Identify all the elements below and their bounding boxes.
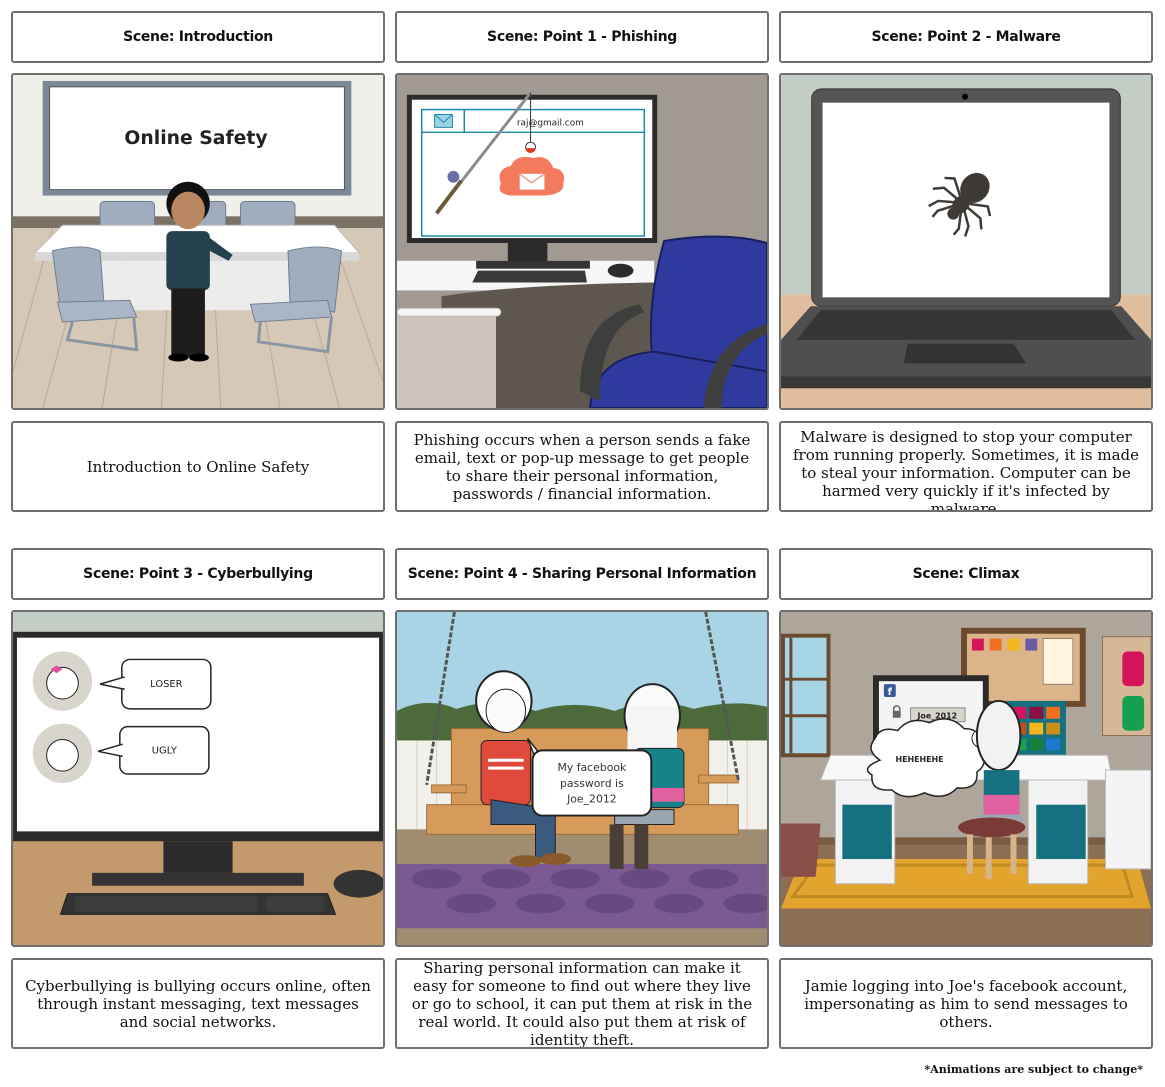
description-text: Jamie logging into Joe's facebook accoun…	[804, 976, 1128, 1031]
scene-image-phishing: raj@gmail.com	[395, 73, 769, 410]
stool	[958, 817, 1026, 838]
description-text: Sharing personal information can make it…	[411, 958, 753, 1049]
description-text: Malware is designed to stop your compute…	[792, 428, 1140, 512]
svg-text:LOSER: LOSER	[150, 679, 182, 690]
description-text: Phishing occurs when a person sends a fa…	[413, 430, 751, 503]
speech-bubble-password: My facebook password is Joe_2012	[526, 738, 653, 817]
scene-title-introduction: Scene: Introduction	[11, 11, 385, 63]
scene-title-cyberbullying: Scene: Point 3 - Cyberbullying	[11, 548, 385, 600]
scene-description-cyberbullying: Cyberbullying is bullying occurs online,…	[11, 958, 385, 1049]
svg-text:password is: password is	[560, 777, 624, 790]
cyberbullying-illustration: LOSER UGLY	[13, 612, 383, 945]
porch-swing-illustration: My facebook password is Joe_2012	[397, 612, 767, 945]
svg-text:f: f	[888, 687, 893, 698]
window	[781, 633, 831, 758]
phishing-illustration: raj@gmail.com	[397, 75, 767, 408]
scene-title-climax: Scene: Climax	[779, 548, 1153, 600]
scene-description-malware: Malware is designed to stop your compute…	[779, 421, 1153, 512]
webcam-icon	[962, 93, 968, 100]
scene-description-phishing: Phishing occurs when a person sends a fa…	[395, 421, 769, 512]
scene-image-cyberbullying: LOSER UGLY	[11, 610, 385, 947]
scene-title-phishing: Scene: Point 1 - Phishing	[395, 11, 769, 63]
svg-text:HEHEHEHE: HEHEHEHE	[895, 755, 943, 764]
scene-title-malware: Scene: Point 2 - Malware	[779, 11, 1153, 63]
scene-image-sharing-personal-information: My facebook password is Joe_2012	[395, 610, 769, 947]
scene-description-introduction: Introduction to Online Safety	[11, 421, 385, 512]
scene-description-sharing-personal-information: Sharing personal information can make it…	[395, 958, 769, 1049]
scene-image-malware	[779, 73, 1153, 410]
email-address: raj@gmail.com	[517, 118, 584, 128]
scene-image-introduction: Online Safety	[11, 73, 385, 410]
malware-illustration	[781, 75, 1151, 408]
svg-text:My facebook: My facebook	[557, 761, 627, 774]
footer-note: *Animations are subject to change*	[924, 1063, 1143, 1076]
svg-text:Joe_2012: Joe_2012	[566, 793, 617, 806]
description-text: Introduction to Online Safety	[86, 457, 310, 476]
scene-description-climax: Jamie logging into Joe's facebook accoun…	[779, 958, 1153, 1049]
lock-icon	[892, 710, 901, 718]
scene-image-climax: f Joe_2012 HEHEHEHE	[779, 610, 1153, 947]
whiteboard-text: Online Safety	[124, 128, 267, 149]
jar-shelf	[1102, 636, 1151, 737]
bedroom-illustration: f Joe_2012 HEHEHEHE	[781, 612, 1151, 945]
svg-text:UGLY: UGLY	[152, 745, 178, 756]
waste-basket	[781, 823, 821, 877]
classroom-illustration: Online Safety	[13, 75, 383, 408]
description-text: Cyberbullying is bullying occurs online,…	[25, 976, 371, 1031]
scene-title-sharing-personal-information: Scene: Point 4 - Sharing Personal Inform…	[395, 548, 769, 600]
